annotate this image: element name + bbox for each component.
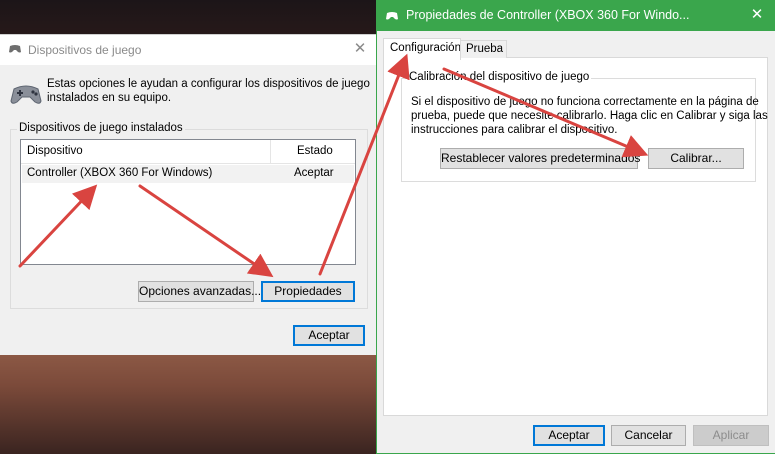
calibration-group-label: Calibración del dispositivo de juego — [407, 71, 592, 83]
table-row[interactable]: Controller (XBOX 360 For Windows) Acepta… — [22, 165, 354, 183]
cancel-button[interactable]: Cancelar — [611, 425, 686, 446]
title-bar: Dispositivos de juego ✕ — [0, 35, 376, 65]
column-divider — [270, 140, 271, 163]
tab-prueba[interactable]: Prueba — [460, 40, 507, 58]
calibration-text-line-3: instrucciones para calibrar el dispositi… — [411, 124, 618, 136]
device-name-cell: Controller (XBOX 360 For Windows) — [27, 167, 213, 179]
list-header: Dispositivo Estado — [21, 140, 355, 164]
calibration-text-line-2: prueba, puede que necesite calibrarlo. H… — [411, 110, 768, 122]
gamepad-icon — [385, 10, 399, 20]
group-label: Dispositivos de juego instalados — [17, 122, 185, 134]
gamepad-icon — [8, 43, 22, 53]
tab-configuracion[interactable]: Configuración — [383, 38, 461, 60]
column-header-device[interactable]: Dispositivo — [27, 145, 83, 157]
ok-button[interactable]: Aceptar — [533, 425, 605, 446]
tab-configuracion-label: Configuración — [390, 42, 461, 54]
devices-list[interactable]: Dispositivo Estado Controller (XBOX 360 … — [20, 139, 356, 265]
title-bar: Propiedades de Controller (XBOX 360 For … — [377, 0, 775, 31]
description-line-1: Estas opciones le ayudan a configurar lo… — [47, 78, 370, 90]
advanced-options-button[interactable]: Opciones avanzadas... — [138, 281, 261, 302]
reset-defaults-button[interactable]: Restablecer valores predeterminados — [440, 148, 640, 169]
properties-button[interactable]: Propiedades — [261, 281, 355, 302]
tab-prueba-label: Prueba — [466, 43, 504, 55]
close-icon[interactable]: ✕ — [352, 41, 368, 57]
apply-button: Aplicar — [693, 425, 769, 446]
calibration-text-line-1: Si el dispositivo de juego no funciona c… — [411, 96, 759, 108]
description-line-2: instalados en su equipo. — [47, 92, 172, 104]
calibrate-button[interactable]: Calibrar... — [648, 148, 744, 169]
window-title: Propiedades de Controller (XBOX 360 For … — [406, 8, 690, 22]
ok-button[interactable]: Aceptar — [293, 325, 365, 346]
column-header-status[interactable]: Estado — [297, 145, 333, 157]
game-controllers-window: Dispositivos de juego ✕ Estas opciones l… — [0, 34, 376, 355]
controller-properties-window: Propiedades de Controller (XBOX 360 For … — [376, 0, 775, 454]
device-status-cell: Aceptar — [294, 167, 334, 179]
gamepad-large-icon — [10, 83, 42, 107]
window-title: Dispositivos de juego — [28, 43, 142, 57]
close-icon[interactable]: ✕ — [749, 7, 765, 23]
